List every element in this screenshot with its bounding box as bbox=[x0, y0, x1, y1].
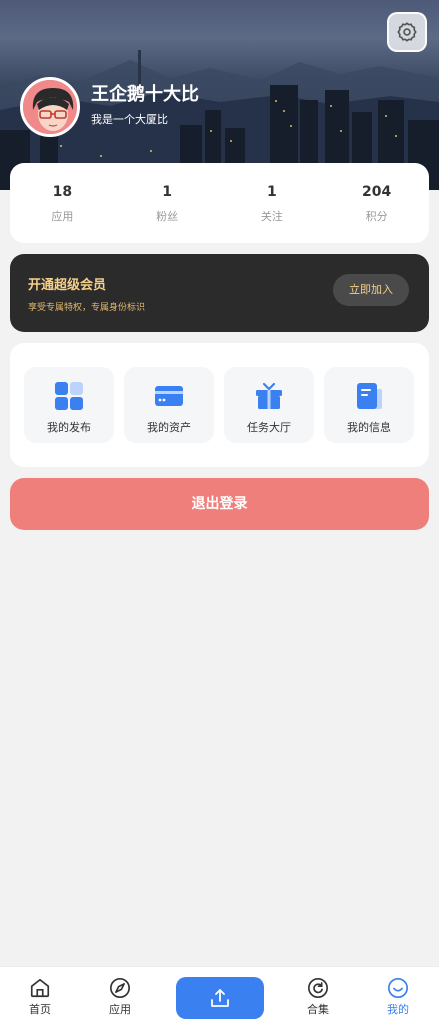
stat-points[interactable]: 204 积分 bbox=[324, 182, 429, 224]
menu-grid: 我的发布 我的资产 任务大厅 我的信息 bbox=[10, 343, 429, 467]
join-vip-button[interactable]: 立即加入 bbox=[333, 274, 409, 306]
tab-label: 我的 bbox=[387, 1003, 409, 1016]
logout-button[interactable]: 退出登录 bbox=[10, 478, 429, 530]
tab-label: 首页 bbox=[29, 1003, 51, 1016]
home-icon bbox=[30, 978, 50, 998]
stat-label: 积分 bbox=[365, 210, 388, 223]
grid-icon bbox=[55, 382, 83, 410]
upload-icon bbox=[211, 989, 229, 1007]
vip-banner: 开通超级会员 享受专属特权，专属身份标识 立即加入 bbox=[10, 254, 429, 332]
stat-value: 1 bbox=[162, 184, 172, 200]
tab-collections[interactable]: 合集 bbox=[288, 967, 348, 1024]
stat-value: 18 bbox=[52, 184, 73, 200]
card-icon bbox=[155, 386, 183, 406]
stats-card: 18 应用 1 粉丝 1 关注 204 积分 bbox=[10, 163, 429, 243]
document-icon bbox=[357, 383, 382, 409]
upload-button[interactable] bbox=[176, 977, 264, 1019]
stat-apps[interactable]: 18 应用 bbox=[10, 182, 115, 224]
refresh-icon bbox=[308, 978, 328, 998]
settings-button[interactable] bbox=[387, 12, 427, 52]
stat-label: 粉丝 bbox=[156, 210, 179, 223]
tab-home[interactable]: 首页 bbox=[10, 967, 70, 1024]
menu-item-my-assets[interactable]: 我的资产 bbox=[124, 367, 214, 443]
menu-item-label: 我的资产 bbox=[147, 421, 191, 434]
vip-subtitle: 享受专属特权，专属身份标识 bbox=[28, 303, 146, 313]
stat-value: 1 bbox=[267, 184, 277, 200]
smile-icon bbox=[388, 978, 408, 998]
gift-icon bbox=[256, 382, 282, 409]
gear-icon bbox=[397, 22, 417, 42]
username: 王企鹅十大比 bbox=[91, 84, 199, 105]
tab-apps[interactable]: 应用 bbox=[90, 967, 150, 1024]
menu-item-task-hall[interactable]: 任务大厅 bbox=[224, 367, 314, 443]
avatar[interactable] bbox=[20, 77, 80, 137]
vip-title: 开通超级会员 bbox=[28, 278, 107, 293]
bottom-tab-bar: 首页 应用 合集 我的 bbox=[0, 966, 439, 1024]
stat-followers[interactable]: 1 粉丝 bbox=[115, 182, 220, 224]
stat-label: 应用 bbox=[51, 210, 74, 223]
profile-page: 王企鹅十大比 我是一个大厦比 18 应用 1 粉丝 1 关注 204 积分 开通… bbox=[0, 0, 439, 1024]
menu-item-label: 我的发布 bbox=[47, 421, 91, 434]
menu-item-label: 任务大厅 bbox=[247, 421, 291, 434]
compass-icon bbox=[110, 978, 130, 998]
tab-mine[interactable]: 我的 bbox=[368, 967, 428, 1024]
stat-value: 204 bbox=[362, 184, 392, 200]
tab-label: 合集 bbox=[307, 1003, 329, 1016]
stat-following[interactable]: 1 关注 bbox=[220, 182, 325, 224]
menu-item-my-posts[interactable]: 我的发布 bbox=[24, 367, 114, 443]
tab-label: 应用 bbox=[109, 1003, 131, 1016]
menu-item-label: 我的信息 bbox=[347, 421, 391, 434]
menu-item-my-info[interactable]: 我的信息 bbox=[324, 367, 414, 443]
stat-label: 关注 bbox=[260, 210, 283, 223]
user-bio: 我是一个大厦比 bbox=[91, 113, 168, 126]
profile-header-background: 王企鹅十大比 我是一个大厦比 bbox=[0, 0, 439, 190]
